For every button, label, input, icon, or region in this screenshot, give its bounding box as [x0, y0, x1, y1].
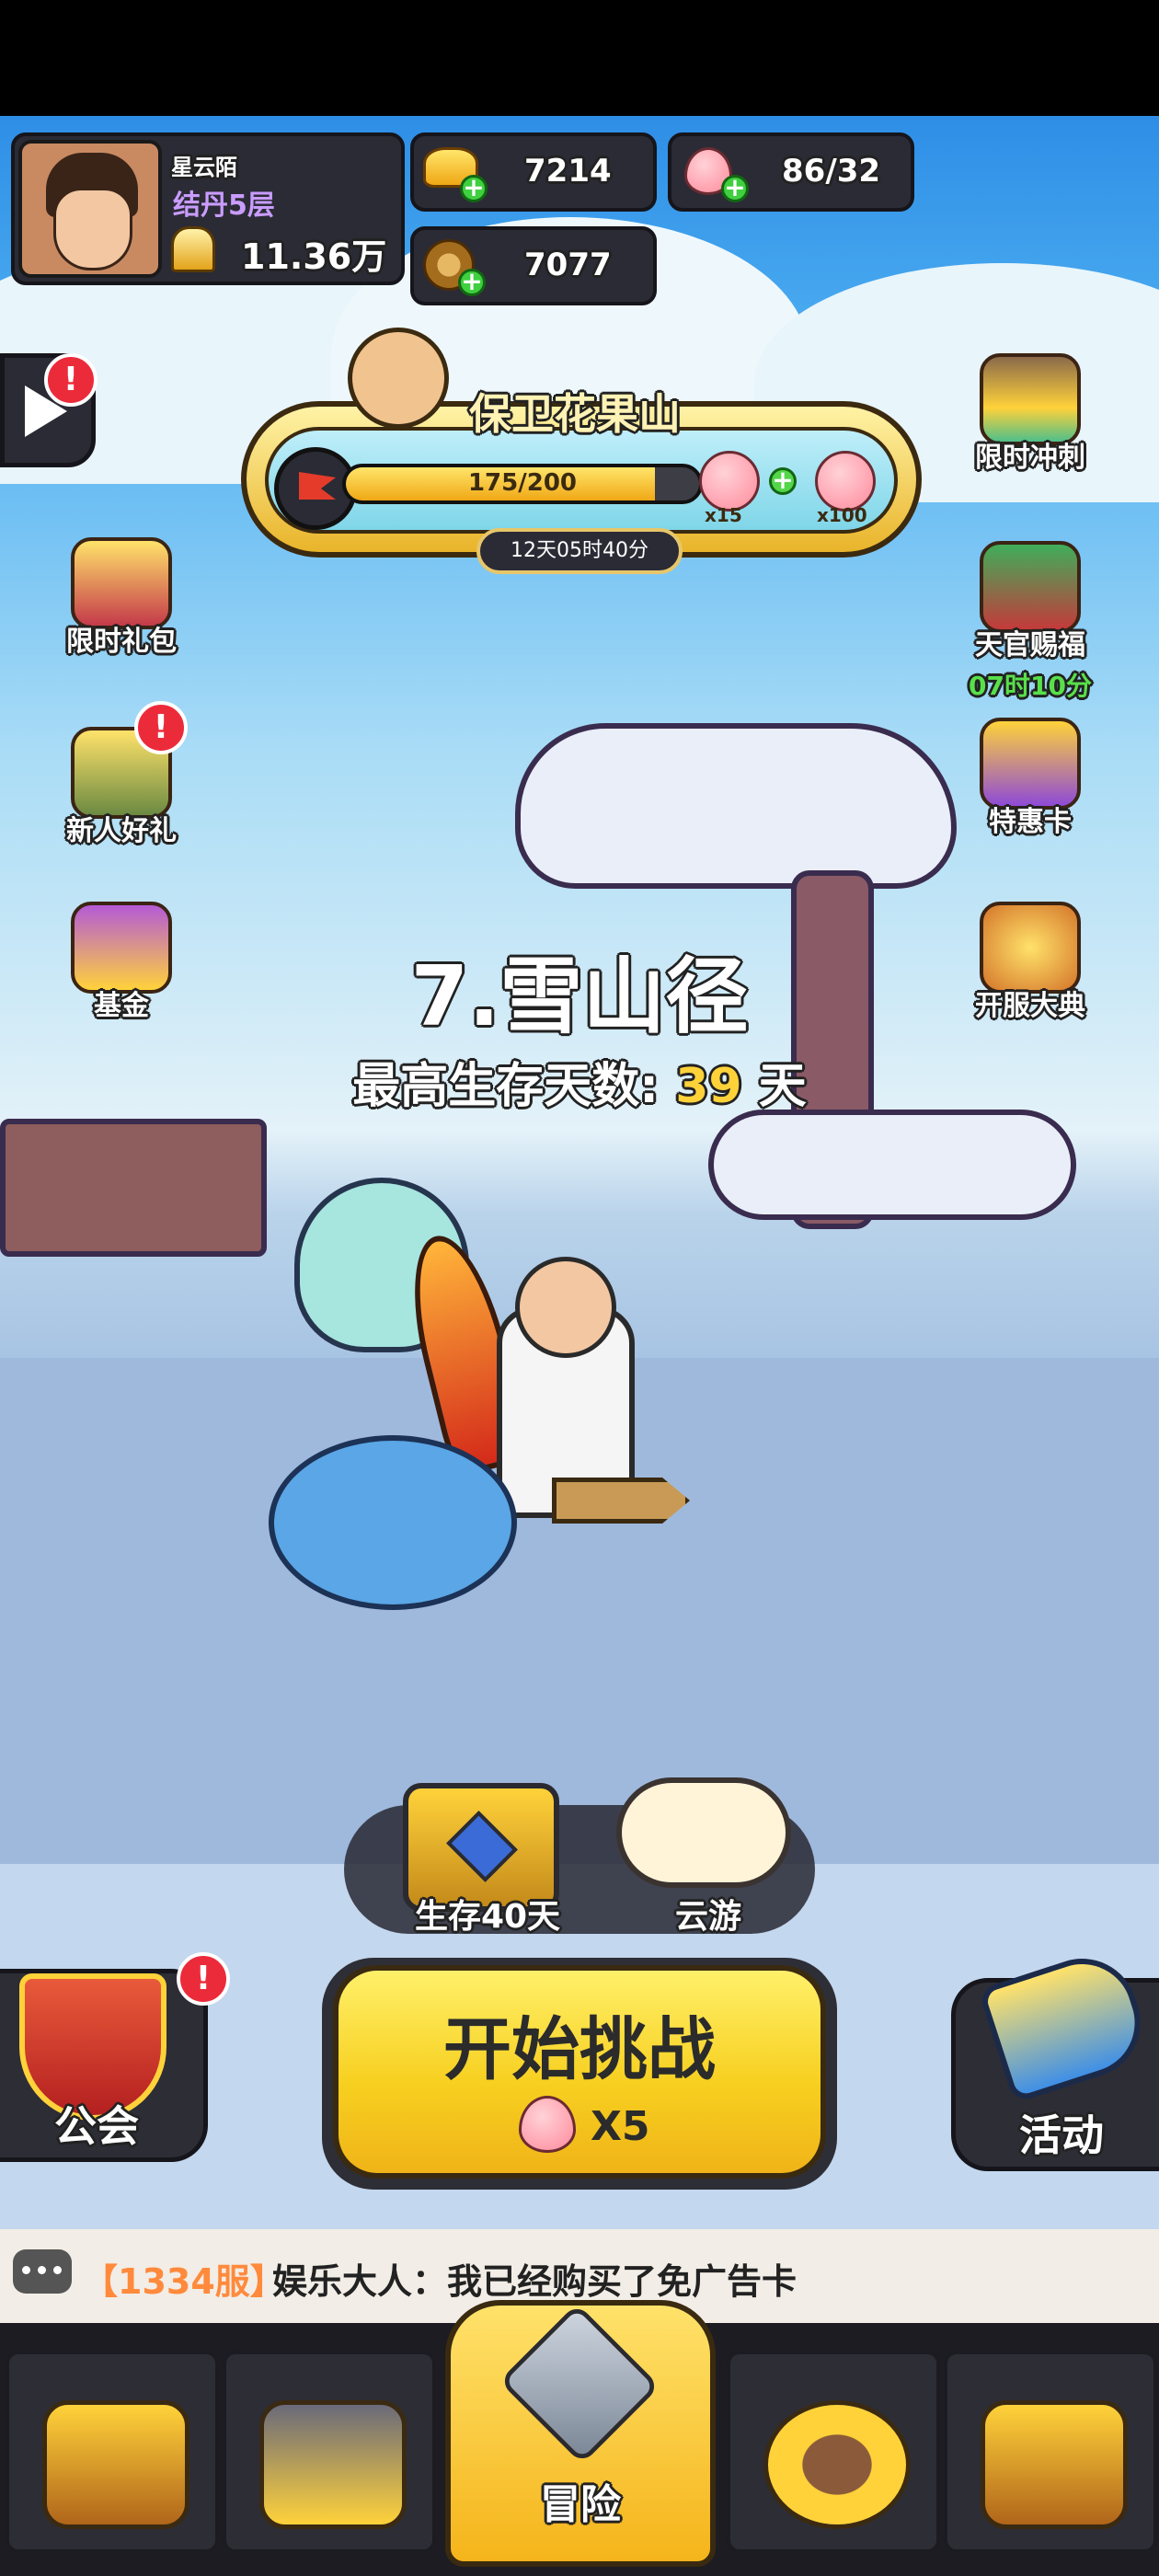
player-rank: 结丹5层	[173, 190, 275, 222]
gold-counter[interactable]: + 7214	[410, 132, 657, 212]
fan-icon	[980, 541, 1081, 633]
nav-equipment[interactable]	[223, 2351, 436, 2553]
special-card-label: 特惠卡	[989, 806, 1072, 838]
flying-sword	[552, 1478, 690, 1524]
upgrade-icon	[763, 2400, 911, 2529]
chat-icon	[13, 2249, 72, 2294]
copper-value: 7077	[524, 247, 612, 283]
start-challenge-label: 开始挑战	[443, 2010, 716, 2089]
limited-gift-label: 限时礼包	[66, 626, 177, 658]
cloud-icon[interactable]	[616, 1777, 791, 1888]
swords-icon	[499, 2303, 660, 2465]
add-copper-icon[interactable]: +	[458, 269, 486, 296]
chat-message: 娱乐大人：我已经购买了免广告卡	[272, 2261, 798, 2302]
limited-sprint-label: 限时冲刺	[975, 442, 1085, 474]
nav-adventure[interactable]: 冒险	[445, 2300, 716, 2567]
snow-mound	[708, 1110, 1076, 1220]
chest-label: 生存40天	[414, 1898, 561, 1936]
chat-server: 【1334服】	[83, 2261, 285, 2302]
copper-counter[interactable]: + 7077	[410, 226, 657, 305]
best-survival-label: 最高生存天数:	[352, 1059, 660, 1114]
treasure-chest-icon	[981, 2400, 1128, 2529]
blessing-timer: 07时10分	[969, 671, 1092, 701]
best-survival: 最高生存天数: 39 天	[0, 1047, 1159, 1116]
player-name: 星云陌	[171, 155, 237, 180]
helmet-icon	[259, 2400, 407, 2529]
reward-peach-icon[interactable]	[815, 451, 876, 512]
best-survival-value: 39	[675, 1059, 742, 1114]
nav-home[interactable]	[6, 2351, 219, 2553]
gold-value: 7214	[524, 153, 612, 190]
nav-treasure[interactable]	[944, 2351, 1157, 2553]
activity-label: 活动	[1019, 2110, 1104, 2160]
hourglass-icon	[980, 353, 1081, 445]
vip-card-icon	[980, 718, 1081, 810]
home-icon	[42, 2400, 189, 2529]
guild-label: 公会	[54, 2101, 139, 2151]
peach-icon	[519, 2096, 576, 2153]
heavenly-blessing-button[interactable]: 天官赐福	[966, 532, 1095, 670]
heavenly-blessing-label: 天官赐福	[975, 629, 1085, 661]
tiger-pet	[269, 1435, 517, 1610]
special-card-button[interactable]: 特惠卡	[966, 708, 1095, 846]
alert-badge: !	[177, 1952, 230, 2006]
avatar[interactable]	[18, 140, 162, 278]
snowy-tree-canopy	[515, 723, 957, 889]
gift-bag-icon	[71, 537, 172, 629]
event-progress-text: 175/200	[467, 469, 578, 497]
peach-counter[interactable]: + 86/32	[668, 132, 914, 212]
nav-adventure-label: 冒险	[540, 2481, 621, 2528]
guild-button[interactable]: 公会	[0, 1969, 208, 2162]
power-value: 11.36万	[241, 236, 387, 277]
alert-badge: !	[134, 701, 188, 754]
power-icon	[171, 226, 215, 272]
fence	[0, 1119, 267, 1257]
limited-sprint-button[interactable]: 限时冲刺	[966, 344, 1095, 482]
limited-gift-button[interactable]: 限时礼包	[57, 528, 186, 666]
best-survival-unit: 天	[758, 1059, 807, 1114]
start-cost: X5	[591, 2103, 650, 2150]
nav-upgrade[interactable]	[727, 2351, 940, 2553]
event-timer: 12天05时40分	[476, 528, 683, 574]
reward-peach-icon[interactable]	[699, 451, 760, 512]
stage-title: 7.雪山径	[410, 949, 749, 1045]
add-peach-icon[interactable]: +	[721, 175, 749, 202]
plus-icon: +	[769, 467, 797, 495]
reward2-count: x100	[817, 504, 867, 526]
add-gold-icon[interactable]: +	[460, 175, 488, 202]
start-challenge-button[interactable]: 开始挑战 X5	[333, 1965, 826, 2179]
peach-value: 86/32	[782, 153, 881, 190]
alert-badge: !	[44, 353, 98, 407]
reward1-count: x15	[705, 504, 742, 526]
player-panel[interactable]: 星云陌 结丹5层 11.36万	[11, 132, 405, 285]
newbie-gift-label: 新人好礼	[66, 815, 177, 847]
status-bar	[0, 0, 1159, 116]
activity-button[interactable]: 活动	[951, 1944, 1159, 2171]
cloud-label: 云游	[674, 1898, 741, 1936]
monkey-king-icon	[348, 328, 449, 429]
event-title: 保卫花果山	[469, 389, 681, 439]
